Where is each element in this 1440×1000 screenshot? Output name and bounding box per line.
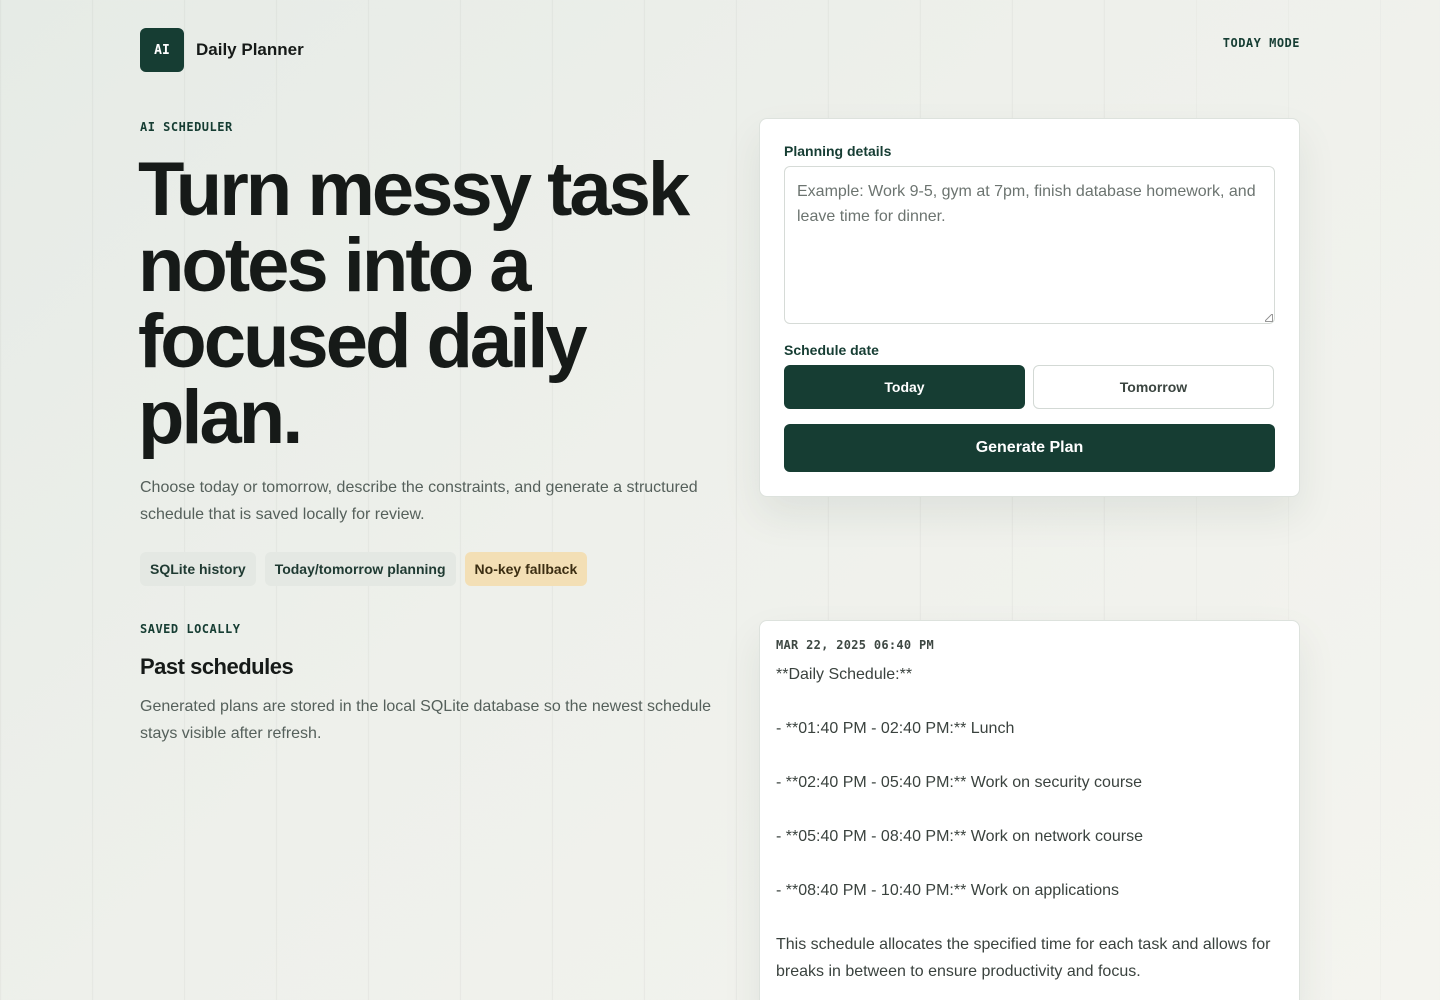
schedule-line: - **02:40 PM - 05:40 PM:** Work on secur… <box>776 774 1143 791</box>
past-schedules-description: Generated plans are stored in the local … <box>140 698 712 742</box>
schedule-timestamp: MAR 22, 2025 06:40 PM <box>776 638 935 652</box>
hero-subtitle: Choose today or tomorrow, describe the c… <box>140 479 698 523</box>
schedule-date-toggle: Today Tomorrow <box>784 365 1274 409</box>
schedule-date-label: Schedule date <box>784 342 879 358</box>
tomorrow-button[interactable]: Tomorrow <box>1033 365 1274 409</box>
chip-no-key-fallback: No-key fallback <box>464 552 588 586</box>
planning-form-card: Planning details Schedule date Today Tom… <box>759 118 1300 497</box>
chip-today-tomorrow: Today/tomorrow planning <box>264 552 456 586</box>
schedule-result-card: MAR 22, 2025 06:40 PM **Daily Schedule:*… <box>759 620 1300 1000</box>
brand-name: Daily Planner <box>196 40 304 59</box>
planning-details-input[interactable] <box>784 166 1275 324</box>
resize-grip-icon[interactable] <box>1265 314 1273 322</box>
schedule-body: **Daily Schedule:** - **01:40 PM - 02:40… <box>776 661 1291 1000</box>
schedule-line: - **05:40 PM - 08:40 PM:** Work on netwo… <box>776 828 1143 845</box>
today-button[interactable]: Today <box>784 365 1025 409</box>
schedule-line: - **08:40 PM - 10:40 PM:** Work on appli… <box>776 882 1119 899</box>
schedule-line: **Daily Schedule:** <box>776 666 913 683</box>
planning-details-label: Planning details <box>784 143 892 159</box>
page-title: Turn messy task notes into a focused dai… <box>138 147 690 460</box>
schedule-summary: This schedule allocates the specified ti… <box>776 936 1271 980</box>
feature-chips: SQLite history Today/tomorrow planning N… <box>140 552 588 586</box>
past-eyebrow: SAVED LOCALLY <box>140 622 241 636</box>
mode-label: TODAY MODE <box>1222 36 1300 50</box>
chip-sqlite-history: SQLite history <box>140 552 256 586</box>
schedule-line: - **01:40 PM - 02:40 PM:** Lunch <box>776 720 1015 737</box>
hero-eyebrow: AI SCHEDULER <box>140 120 233 134</box>
generate-plan-button[interactable]: Generate Plan <box>784 424 1275 472</box>
past-schedules-title: Past schedules <box>140 654 294 679</box>
logo-badge: AI <box>140 28 184 72</box>
